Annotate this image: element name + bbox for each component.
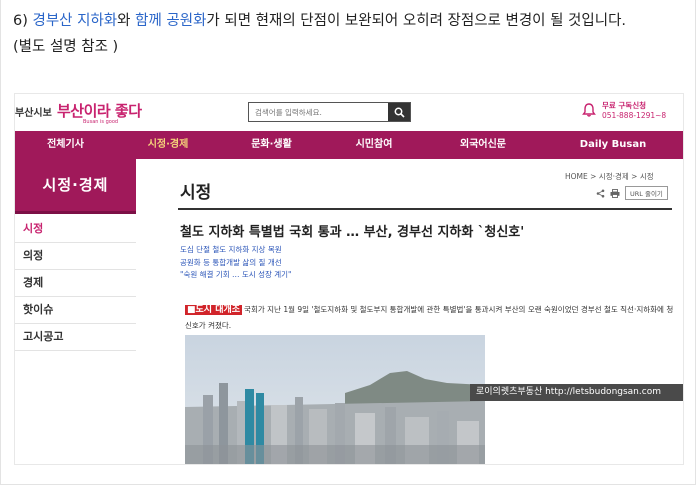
- search-icon: [394, 107, 405, 118]
- lead-text: 국회가 지난 1월 9일 '철도지하화 및 철도부지 통합개발에 관한 특별법'…: [185, 305, 674, 330]
- nav-city-economy[interactable]: 시정·경제: [116, 131, 220, 159]
- article-title: 철도 지하화 특별법 국회 통과 … 부산, 경부선 지하화 `청신호': [180, 225, 525, 240]
- logo-label: 부산시보: [15, 108, 52, 119]
- nav-citizen[interactable]: 시민참여: [323, 131, 425, 159]
- site-logo[interactable]: 부산이라 좋다: [57, 100, 142, 121]
- sidebar-heading: 시정·경제: [15, 159, 136, 214]
- sidebar-item-city[interactable]: 시정: [15, 216, 136, 243]
- nav-all-news[interactable]: 전체기사: [15, 131, 116, 159]
- bell-icon: [582, 103, 596, 117]
- subhead: 공원화 등 통합개발 삶의 질 개선: [180, 257, 282, 267]
- share-icon[interactable]: [596, 189, 605, 198]
- article-photo: [185, 335, 485, 464]
- nav-culture-life[interactable]: 문화·생활: [220, 131, 323, 159]
- news-screenshot: 부산시보 부산이라 좋다 Busan is good 무료 구독신청: [14, 93, 684, 465]
- page-title: 시정: [180, 183, 212, 203]
- breadcrumb: HOME > 시정·경제 > 시정: [565, 172, 654, 181]
- article-tools: URL 줄이기: [596, 186, 668, 200]
- main-nav: 전체기사 시정·경제 문화·생활 시민참여 외국어신문 Daily Busan: [15, 131, 683, 159]
- subhead: 도심 단절 철도 지하화 지상 복원: [180, 245, 282, 254]
- nav-foreign-news[interactable]: 외국어신문: [425, 131, 541, 159]
- item-number: 6): [13, 13, 33, 29]
- blog-paragraph: 6) 경부산 지하화와 함께 공원화가 되면 현재의 단점이 보완되어 오히려 …: [13, 8, 685, 60]
- sidebar-item-notices[interactable]: 고시공고: [15, 324, 136, 351]
- subscribe-title: 무료 구독신청: [602, 101, 647, 110]
- article-subheads: 도심 단절 철도 지하화 지상 복원 공원화 등 통합개발 삶의 질 개선 "숙…: [180, 244, 292, 282]
- sidebar-menu: 시정 의정 경제 핫이슈 고시공고: [15, 216, 136, 351]
- article-lead: ■도시 대개조 국회가 지난 1월 9일 '철도지하화 및 철도부지 통합개발에 …: [185, 302, 679, 333]
- site-header: 부산시보 부산이라 좋다 Busan is good 무료 구독신청: [15, 94, 683, 131]
- watermark: 로이의렛츠부동산 http://letsbudongsan.com: [470, 384, 683, 401]
- blog-post-frame: 6) 경부산 지하화와 함께 공원화가 되면 현재의 단점이 보완되어 오히려 …: [0, 0, 696, 485]
- sidebar-item-council[interactable]: 의정: [15, 243, 136, 270]
- logo-tagline: Busan is good: [83, 119, 119, 125]
- nav-daily-busan[interactable]: Daily Busan: [541, 131, 683, 159]
- blog-note: (별도 설명 참조 ): [13, 39, 119, 55]
- search-button[interactable]: [388, 103, 410, 121]
- tag-link-park[interactable]: 함께 공원화: [135, 13, 206, 29]
- subscribe-phone: 051-888-1291~8: [602, 111, 667, 120]
- sidebar-item-hot-issue[interactable]: 핫이슈: [15, 297, 136, 324]
- title-divider: [178, 208, 672, 210]
- sidebar-item-economy[interactable]: 경제: [15, 270, 136, 297]
- search-bar: [248, 102, 411, 122]
- search-input[interactable]: [249, 103, 389, 121]
- tag-link-underground[interactable]: 경부산 지하화: [33, 13, 118, 29]
- url-shorten-button[interactable]: URL 줄이기: [625, 186, 668, 200]
- section-tag: ■도시 대개조: [185, 305, 243, 315]
- subhead: "숙원 해결 기회 … 도시 성장 계기": [180, 270, 292, 279]
- print-icon[interactable]: [610, 188, 620, 198]
